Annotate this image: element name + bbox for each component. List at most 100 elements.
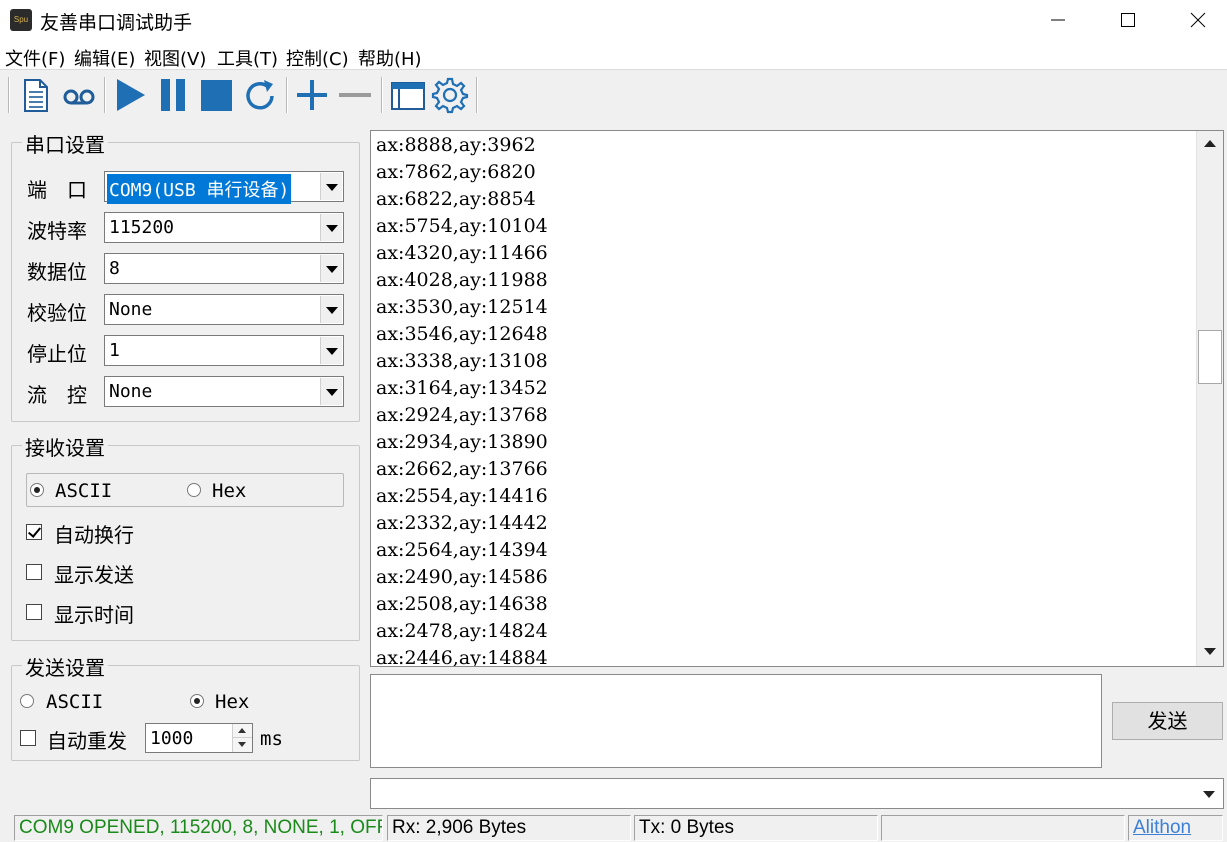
receive-line: ax:2490,ay:14586 — [376, 566, 548, 588]
menu-help[interactable]: 帮助(H) — [358, 45, 422, 71]
window-toggle-button[interactable] — [388, 75, 428, 115]
receive-textarea[interactable]: ax:8888,ay:3962 ax:7862,ay:6820 ax:6822,ay… — [370, 130, 1224, 667]
receive-line: ax:2564,ay:14394 — [376, 539, 548, 561]
status-tx: Tx: 0 Bytes — [634, 815, 878, 841]
chevron-down-icon[interactable] — [320, 173, 342, 200]
status-link[interactable]: Alithon — [1128, 815, 1223, 841]
receive-ascii-label[interactable]: ASCII — [55, 480, 112, 502]
toolbar-grip — [8, 77, 10, 113]
parity-select[interactable]: None — [104, 294, 344, 325]
status-bar: COM9 OPENED, 115200, 8, NONE, 1, OFF Rx:… — [0, 814, 1227, 842]
receive-hex-label[interactable]: Hex — [212, 480, 246, 502]
stopbits-select[interactable]: 1 — [104, 335, 344, 366]
menu-edit[interactable]: 编辑(E) — [74, 45, 135, 71]
menu-view[interactable]: 视图(V) — [144, 45, 206, 71]
show-send-checkbox[interactable] — [26, 564, 42, 580]
receive-line: ax:3164,ay:13452 — [376, 377, 548, 399]
databits-value: 8 — [109, 258, 120, 279]
send-ascii-radio[interactable] — [20, 694, 34, 708]
chevron-down-icon[interactable] — [320, 378, 342, 405]
receive-hex-radio[interactable] — [187, 483, 201, 497]
port-label: 端 口 — [27, 178, 87, 202]
chevron-down-icon[interactable] — [320, 337, 342, 364]
scroll-up-icon[interactable] — [1197, 131, 1223, 157]
stopbits-label: 停止位 — [27, 342, 87, 366]
spin-down-icon[interactable] — [233, 738, 252, 752]
repeat-interval-spinbox[interactable]: 1000 — [145, 723, 253, 753]
close-icon — [1190, 12, 1206, 28]
send-textarea[interactable] — [370, 674, 1102, 768]
chevron-down-icon[interactable] — [320, 255, 342, 282]
receive-scrollbar[interactable] — [1196, 131, 1223, 666]
port-select[interactable]: COM9(USB 串行设备) — [104, 171, 344, 204]
maximize-button[interactable] — [1093, 0, 1163, 40]
auto-wrap-label[interactable]: 自动换行 — [54, 519, 134, 548]
receive-ascii-radio[interactable] — [30, 483, 44, 497]
databits-select[interactable]: 8 — [104, 253, 344, 284]
remove-button[interactable] — [335, 75, 375, 115]
receive-line: ax:2662,ay:13766 — [376, 458, 548, 480]
toolbar — [0, 71, 1227, 119]
serial-settings-title: 串口设置 — [22, 129, 108, 158]
status-empty — [881, 815, 1125, 841]
send-hex-radio[interactable] — [190, 694, 204, 708]
settings-button[interactable] — [430, 75, 470, 115]
spin-buttons — [232, 724, 252, 752]
document-icon — [24, 79, 48, 112]
spin-up-icon[interactable] — [233, 724, 252, 738]
chevron-down-icon[interactable] — [320, 296, 342, 323]
flow-value: None — [109, 381, 153, 402]
flow-select[interactable]: None — [104, 376, 344, 407]
receive-line: ax:2934,ay:13890 — [376, 431, 548, 453]
minimize-button[interactable] — [1023, 0, 1093, 40]
pause-button[interactable] — [155, 75, 195, 115]
repeat-interval-value[interactable]: 1000 — [150, 728, 193, 749]
start-button[interactable] — [110, 75, 150, 115]
send-ascii-label[interactable]: ASCII — [46, 691, 103, 713]
toolbar-separator — [104, 77, 106, 113]
new-document-button[interactable] — [16, 75, 56, 115]
send-hex-label[interactable]: Hex — [215, 691, 249, 713]
send-history-select[interactable] — [370, 778, 1224, 809]
receive-line: ax:3530,ay:12514 — [376, 296, 548, 318]
baud-select[interactable]: 115200 — [104, 212, 344, 243]
receive-line: ax:2478,ay:14824 — [376, 620, 548, 642]
receive-line: ax:5754,ay:10104 — [376, 215, 548, 237]
show-send-label[interactable]: 显示发送 — [54, 559, 134, 588]
chevron-down-icon[interactable] — [320, 214, 342, 241]
play-icon — [117, 79, 145, 111]
scrollbar-thumb[interactable] — [1198, 330, 1222, 384]
status-rx: Rx: 2,906 Bytes — [387, 815, 631, 841]
record-button[interactable] — [59, 75, 99, 115]
add-button[interactable] — [292, 75, 332, 115]
receive-line: ax:2924,ay:13768 — [376, 404, 548, 426]
chevron-down-icon[interactable] — [1196, 780, 1222, 807]
menu-tools[interactable]: 工具(T) — [217, 45, 278, 71]
refresh-button[interactable] — [240, 75, 280, 115]
auto-repeat-label[interactable]: 自动重发 — [47, 725, 127, 754]
plus-icon — [297, 80, 327, 110]
baud-value: 115200 — [109, 217, 175, 238]
stopbits-value: 1 — [109, 340, 120, 361]
menu-bar: 文件(F) 编辑(E) 视图(V) 工具(T) 控制(C) 帮助(H) — [0, 40, 1227, 70]
send-button[interactable]: 发送 — [1112, 702, 1223, 740]
menu-control[interactable]: 控制(C) — [286, 45, 349, 71]
auto-wrap-checkbox[interactable] — [26, 524, 42, 540]
stop-button[interactable] — [197, 75, 237, 115]
receive-line: ax:7862,ay:6820 — [376, 161, 536, 183]
menu-file[interactable]: 文件(F) — [5, 45, 65, 71]
stop-icon — [201, 80, 232, 111]
title-bar: Spu 友善串口调试助手 — [0, 0, 1227, 40]
show-time-label[interactable]: 显示时间 — [54, 599, 134, 628]
show-time-checkbox[interactable] — [26, 604, 42, 620]
send-settings-title: 发送设置 — [22, 652, 108, 681]
flow-label: 流 控 — [27, 383, 87, 407]
record-icon — [63, 89, 95, 105]
databits-label: 数据位 — [27, 260, 87, 284]
close-button[interactable] — [1163, 0, 1227, 40]
receive-line: ax:4320,ay:11466 — [376, 242, 548, 264]
receive-line: ax:2554,ay:14416 — [376, 485, 548, 507]
auto-repeat-checkbox[interactable] — [20, 730, 36, 746]
minus-icon — [339, 93, 371, 97]
scroll-down-icon[interactable] — [1197, 639, 1223, 665]
